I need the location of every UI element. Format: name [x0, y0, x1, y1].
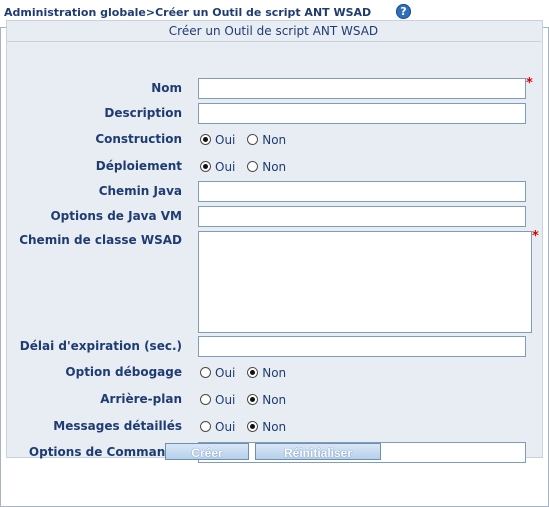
- debogage-oui-radio[interactable]: [200, 367, 211, 378]
- required-star-chemin-classe: *: [532, 229, 539, 244]
- label-chemin-java: Chemin Java: [98, 184, 182, 198]
- deploiement-oui-label[interactable]: Oui: [215, 160, 235, 174]
- construction-non-radio[interactable]: [247, 134, 259, 145]
- arriere-plan-non-radio[interactable]: [247, 394, 259, 405]
- label-options-java-vm: Options de Java VM: [50, 209, 182, 223]
- description-input[interactable]: [198, 103, 526, 124]
- chemin-java-input[interactable]: [198, 181, 526, 202]
- deploiement-non-label[interactable]: Non: [262, 160, 286, 174]
- debogage-oui-label[interactable]: Oui: [215, 366, 235, 380]
- label-delai-expiration: Délai d'expiration (sec.): [19, 339, 182, 353]
- creer-button[interactable]: Créer: [165, 443, 249, 460]
- panel-title: Créer un Outil de script ANT WSAD: [6, 21, 541, 42]
- label-messages-detailles: Messages détaillés: [53, 419, 182, 433]
- label-chemin-classe-wsad: Chemin de classe WSAD: [19, 233, 182, 247]
- help-icon[interactable]: ?: [396, 4, 411, 19]
- debogage-non-label[interactable]: Non: [262, 366, 286, 380]
- deploiement-radio-group: Oui Non: [200, 159, 294, 174]
- delai-expiration-input[interactable]: [198, 336, 526, 357]
- deploiement-oui-radio[interactable]: [200, 161, 211, 172]
- label-arriere-plan: Arrière-plan: [100, 392, 182, 406]
- label-construction: Construction: [95, 132, 182, 146]
- reinitialiser-button[interactable]: Réinitialiser: [255, 443, 381, 460]
- construction-non-label[interactable]: Non: [262, 133, 286, 147]
- label-nom: Nom: [151, 81, 182, 95]
- debogage-radio-group: Oui Non: [200, 365, 294, 380]
- chemin-classe-wsad-textarea[interactable]: [198, 231, 532, 333]
- messages-non-label[interactable]: Non: [262, 420, 286, 434]
- construction-oui-radio[interactable]: [200, 134, 211, 145]
- construction-oui-label[interactable]: Oui: [215, 133, 235, 147]
- label-option-debogage: Option débogage: [65, 365, 182, 379]
- messages-oui-label[interactable]: Oui: [215, 420, 235, 434]
- arriere-plan-non-label[interactable]: Non: [262, 393, 286, 407]
- messages-detailles-radio-group: Oui Non: [200, 419, 294, 434]
- options-java-vm-input[interactable]: [198, 206, 526, 227]
- arriere-plan-oui-radio[interactable]: [200, 394, 211, 405]
- messages-non-radio[interactable]: [247, 421, 259, 432]
- nom-input[interactable]: [198, 78, 526, 99]
- breadcrumb[interactable]: Administration globale>Créer un Outil de…: [4, 6, 371, 19]
- arriere-plan-oui-label[interactable]: Oui: [215, 393, 235, 407]
- deploiement-non-radio[interactable]: [247, 161, 259, 172]
- required-star-nom: *: [526, 76, 533, 91]
- label-deploiement: Déploiement: [95, 159, 182, 173]
- messages-oui-radio[interactable]: [200, 421, 211, 432]
- label-description: Description: [104, 106, 182, 120]
- construction-radio-group: Oui Non: [200, 132, 294, 147]
- label-options-commande: Options de Commande: [28, 445, 182, 459]
- debogage-non-radio[interactable]: [247, 367, 259, 378]
- arriere-plan-radio-group: Oui Non: [200, 392, 294, 407]
